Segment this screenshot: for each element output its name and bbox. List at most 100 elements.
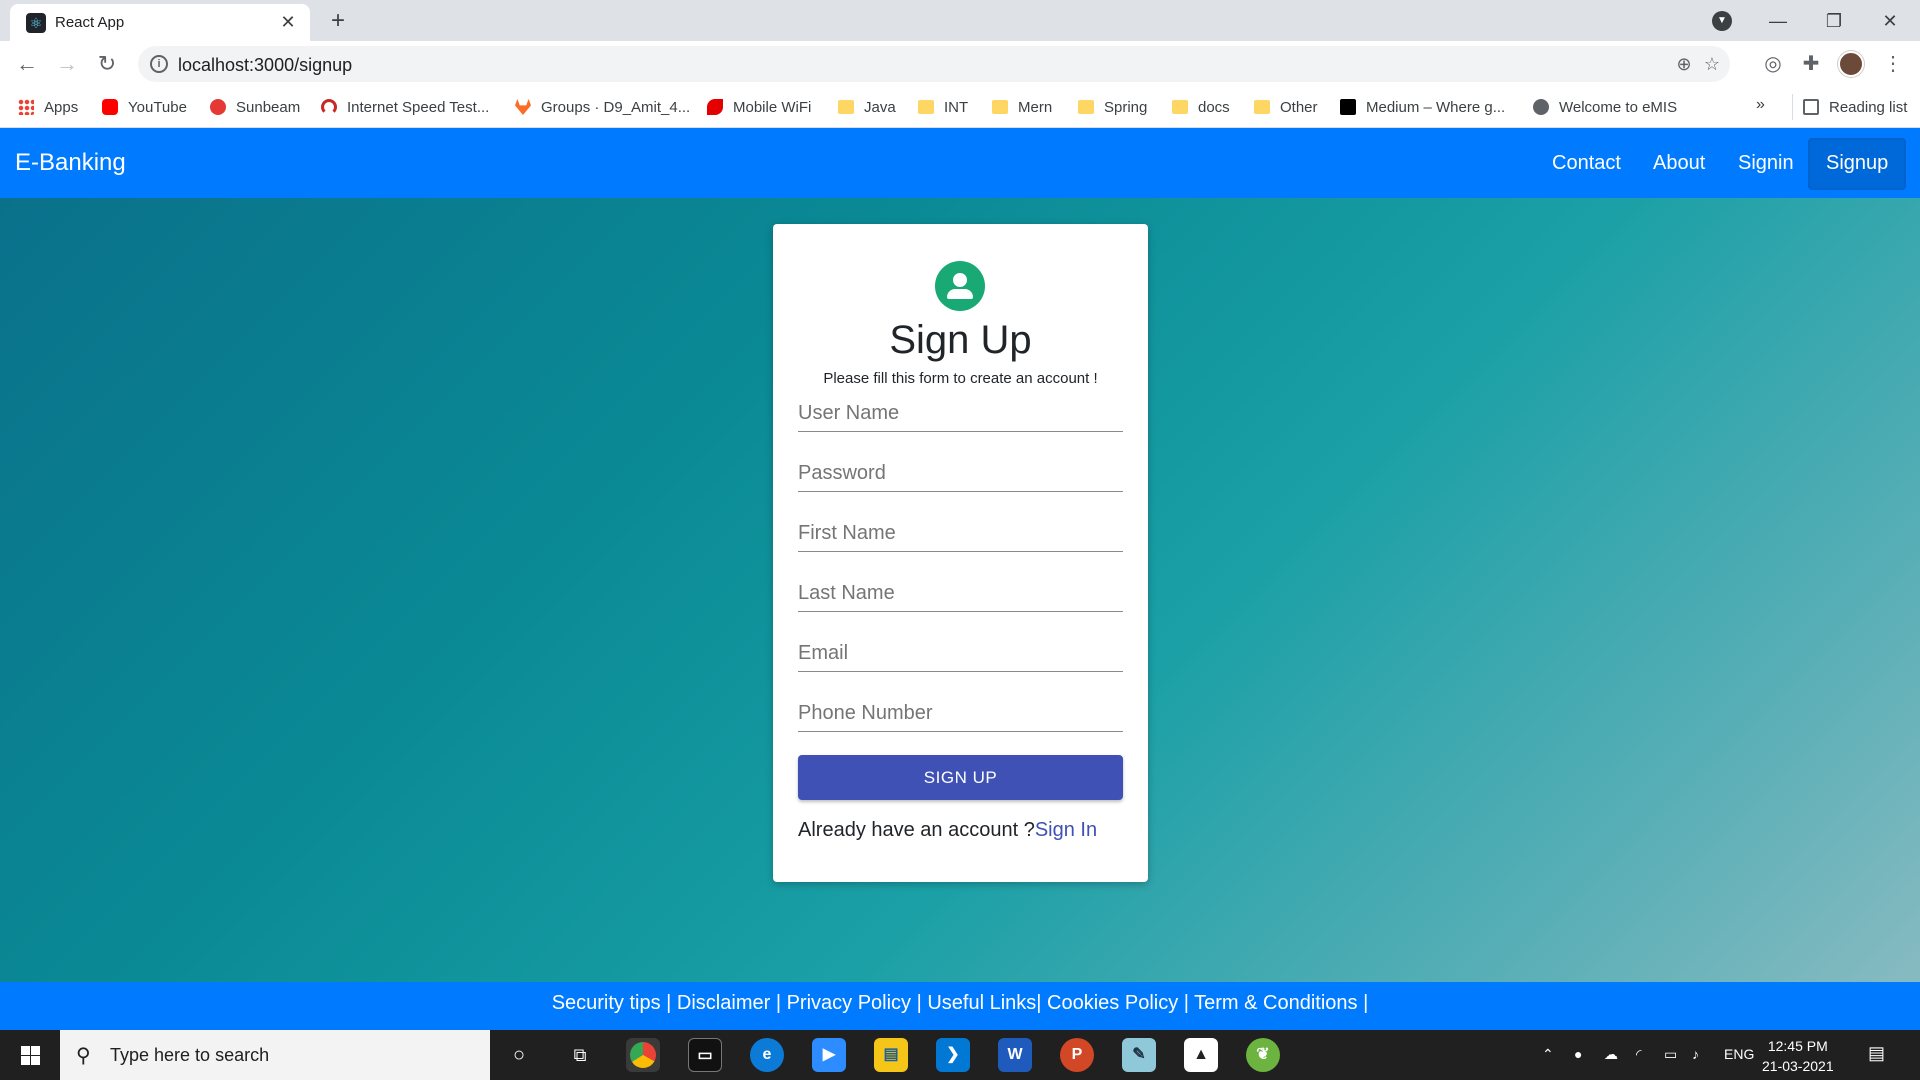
tab-search-icon[interactable]: ▼ bbox=[1712, 11, 1732, 31]
spring-tools-icon[interactable]: ❦ bbox=[1246, 1038, 1280, 1072]
microphone-icon[interactable]: ● bbox=[1574, 1046, 1582, 1062]
wifi-icon[interactable]: ◜ bbox=[1636, 1046, 1641, 1063]
signin-link[interactable]: Sign In bbox=[1035, 819, 1097, 841]
cortana-icon[interactable]: ○ bbox=[502, 1038, 536, 1072]
profile-avatar[interactable] bbox=[1838, 51, 1864, 77]
phone-number-field[interactable] bbox=[798, 692, 1123, 732]
first-name-input[interactable] bbox=[798, 512, 1123, 550]
taskbar-clock[interactable]: 12:45 PM 21-03-2021 bbox=[1762, 1036, 1834, 1076]
file-explorer-icon[interactable]: ▤ bbox=[874, 1038, 908, 1072]
address-bar[interactable]: i localhost:3000/signup ⊕ ☆ bbox=[138, 46, 1730, 82]
last-name-input[interactable] bbox=[798, 572, 1123, 610]
reading-list-button[interactable]: Reading list bbox=[1792, 94, 1907, 120]
tray-overflow-chevron-icon[interactable]: ⌃ bbox=[1542, 1046, 1554, 1063]
last-name-field[interactable] bbox=[798, 572, 1123, 612]
account-circle-icon bbox=[935, 261, 985, 311]
password-input[interactable] bbox=[798, 452, 1123, 490]
bookmarks-overflow-chevron-icon[interactable]: » bbox=[1756, 96, 1765, 114]
airtel-icon bbox=[707, 99, 723, 115]
bookmark-mobile-wifi[interactable]: Mobile WiFi bbox=[707, 94, 811, 120]
phone-number-input[interactable] bbox=[798, 692, 1123, 730]
bookmark-apps[interactable]: Apps bbox=[18, 94, 78, 120]
browser-tab[interactable]: ⚛ React App ✕ bbox=[10, 4, 310, 41]
zoom-icon[interactable]: ⊕ bbox=[1672, 52, 1696, 76]
site-footer: Security tips | Disclaimer | Privacy Pol… bbox=[0, 982, 1920, 1030]
username-field[interactable] bbox=[798, 392, 1123, 432]
url-text[interactable]: localhost:3000/signup bbox=[178, 55, 352, 76]
nav-link-signin[interactable]: Signin bbox=[1738, 148, 1794, 178]
folder-icon bbox=[1172, 100, 1188, 114]
bookmark-folder-spring[interactable]: Spring bbox=[1078, 94, 1147, 120]
nav-link-contact[interactable]: Contact bbox=[1552, 148, 1621, 178]
reading-list-label: Reading list bbox=[1829, 98, 1908, 116]
battery-icon[interactable]: ▭ bbox=[1664, 1046, 1677, 1063]
bookmark-youtube[interactable]: YouTube bbox=[102, 94, 187, 120]
notifications-icon[interactable]: ▤ bbox=[1868, 1043, 1885, 1064]
minimize-button[interactable]: — bbox=[1756, 6, 1800, 36]
photos-icon[interactable]: ▲ bbox=[1184, 1038, 1218, 1072]
site-navbar: E-Banking Contact About Signin Signup bbox=[0, 128, 1920, 198]
bookmark-label: Welcome to eMIS bbox=[1559, 98, 1678, 116]
footer-links[interactable]: Security tips | Disclaimer | Privacy Pol… bbox=[552, 992, 1369, 1015]
zoom-app-icon[interactable]: ▶ bbox=[812, 1038, 846, 1072]
taskbar-search[interactable]: ⚲ Type here to search bbox=[60, 1030, 490, 1080]
powerpoint-icon[interactable]: P bbox=[1060, 1038, 1094, 1072]
bookmark-star-icon[interactable]: ☆ bbox=[1700, 52, 1724, 76]
tab-title: React App bbox=[55, 14, 125, 31]
extensions-puzzle-icon[interactable]: ✚ bbox=[1796, 49, 1826, 79]
vscode-icon[interactable]: ❯ bbox=[936, 1038, 970, 1072]
folder-icon bbox=[1078, 100, 1094, 114]
maximize-button[interactable]: ❐ bbox=[1812, 6, 1856, 36]
bookmark-folder-mern[interactable]: Mern bbox=[992, 94, 1052, 120]
back-icon[interactable]: ← bbox=[12, 49, 42, 79]
bookmark-folder-docs[interactable]: docs bbox=[1172, 94, 1230, 120]
bookmark-folder-int[interactable]: INT bbox=[918, 94, 968, 120]
email-input[interactable] bbox=[798, 632, 1123, 670]
tab-close-icon[interactable]: ✕ bbox=[276, 10, 300, 34]
site-info-icon[interactable]: i bbox=[150, 55, 168, 73]
extension-icon[interactable]: ◎ bbox=[1758, 49, 1788, 79]
password-field[interactable] bbox=[798, 452, 1123, 492]
signup-submit-button[interactable]: SIGN UP bbox=[798, 755, 1123, 800]
nav-link-signup[interactable]: Signup bbox=[1826, 148, 1888, 178]
word-icon[interactable]: W bbox=[998, 1038, 1032, 1072]
bookmark-folder-java[interactable]: Java bbox=[838, 94, 896, 120]
username-input[interactable] bbox=[798, 392, 1123, 430]
apps-grid-icon bbox=[18, 99, 34, 115]
first-name-field[interactable] bbox=[798, 512, 1123, 552]
nav-link-about[interactable]: About bbox=[1653, 148, 1705, 178]
folder-icon bbox=[838, 100, 854, 114]
onedrive-cloud-icon[interactable]: ☁ bbox=[1604, 1046, 1618, 1063]
email-field[interactable] bbox=[798, 632, 1123, 672]
bookmark-label: Java bbox=[864, 98, 896, 116]
close-window-button[interactable]: ✕ bbox=[1868, 6, 1912, 36]
task-view-icon[interactable]: ⧉ bbox=[563, 1038, 597, 1072]
menu-kebab-icon[interactable]: ⋮ bbox=[1878, 49, 1908, 79]
windows-taskbar: ⚲ Type here to search ○ ⧉ ▭ e ▶ ▤ ❯ W P … bbox=[0, 1030, 1920, 1080]
navbar-brand[interactable]: E-Banking bbox=[15, 149, 126, 177]
folder-icon bbox=[1254, 100, 1270, 114]
edge-icon[interactable]: e bbox=[750, 1038, 784, 1072]
clock-time: 12:45 PM bbox=[1767, 1038, 1828, 1054]
chrome-taskbar-icon[interactable] bbox=[626, 1038, 660, 1072]
bookmark-medium[interactable]: Medium – Where g... bbox=[1340, 94, 1505, 120]
reload-icon[interactable]: ↻ bbox=[92, 49, 122, 79]
forward-icon[interactable]: → bbox=[52, 49, 82, 79]
already-account-text: Already have an account ? bbox=[798, 819, 1035, 841]
new-tab-button[interactable]: + bbox=[324, 8, 352, 36]
terminal-icon[interactable]: ▭ bbox=[688, 1038, 722, 1072]
bookmark-emis[interactable]: Welcome to eMIS bbox=[1533, 94, 1677, 120]
notes-app-icon[interactable]: ✎ bbox=[1122, 1038, 1156, 1072]
bookmark-gitlab[interactable]: Groups · D9_Amit_4... bbox=[515, 94, 690, 120]
already-have-account: Already have an account ?Sign In bbox=[798, 819, 1097, 842]
youtube-icon bbox=[102, 99, 118, 115]
reading-list-icon bbox=[1803, 99, 1819, 115]
language-indicator[interactable]: ENG bbox=[1724, 1046, 1754, 1062]
bookmark-sunbeam[interactable]: Sunbeam bbox=[210, 94, 300, 120]
bookmark-folder-other[interactable]: Other bbox=[1254, 94, 1318, 120]
volume-icon[interactable]: ♪ bbox=[1692, 1046, 1699, 1062]
windows-start-icon[interactable] bbox=[0, 1030, 60, 1080]
bookmark-speedtest[interactable]: Internet Speed Test... bbox=[321, 94, 489, 120]
folder-icon bbox=[992, 100, 1008, 114]
globe-icon bbox=[1533, 99, 1549, 115]
